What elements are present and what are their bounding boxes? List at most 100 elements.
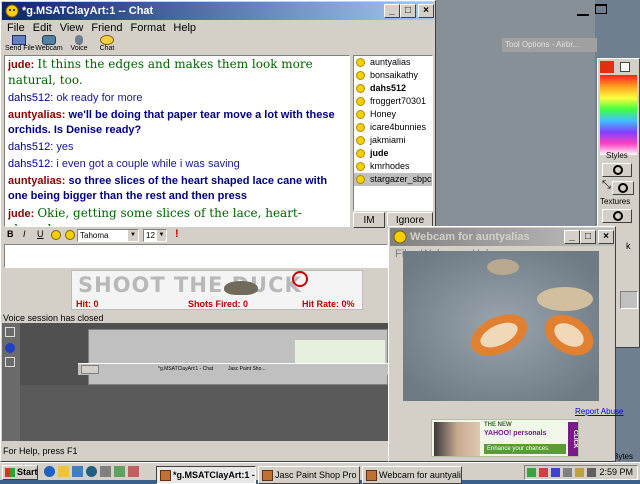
user-list-item[interactable]: froggert70301 <box>354 95 432 108</box>
font-size-select[interactable]: 12 ▼ <box>143 229 167 242</box>
ad-line1: THE NEW <box>484 422 512 428</box>
chat-titlebar[interactable]: *g.MSATClayArt:1 -- Chat _ □ × <box>2 2 434 20</box>
message-nick[interactable]: auntyalias: <box>8 175 65 187</box>
quicklaunch-app3-icon[interactable] <box>128 466 139 477</box>
menu-format[interactable]: Format <box>131 22 166 34</box>
task-label: *g.MSATClayArt:1 -- Chat <box>173 470 255 480</box>
psp-restore-icon[interactable] <box>595 4 607 14</box>
emoticon-icon[interactable] <box>65 230 75 240</box>
psp-minimize-icon[interactable] <box>577 6 589 16</box>
ad-cta: Enhance your chances. <box>484 444 566 454</box>
color-swatch-red[interactable] <box>600 61 614 73</box>
tray-icon[interactable] <box>587 468 596 477</box>
user-list-item[interactable]: jakmiami <box>354 134 432 147</box>
chat-message: jude: It thins the edges and makes them … <box>5 56 349 90</box>
chat-menubar: File Edit View Friend Format Help <box>3 20 200 36</box>
underline-button[interactable]: U <box>37 229 44 239</box>
taskbar-task[interactable]: Webcam for auntyalias <box>362 466 462 484</box>
message-nick[interactable]: jude: <box>8 59 34 71</box>
user-list-item[interactable]: Honey <box>354 108 432 121</box>
quicklaunch-desktop-icon[interactable] <box>72 466 83 477</box>
tray-icon[interactable] <box>575 468 584 477</box>
psp-scroll-field[interactable] <box>620 291 638 309</box>
swap-arrow-icon[interactable]: ⤡ <box>602 179 611 192</box>
quicklaunch-media-icon[interactable] <box>86 466 97 477</box>
user-list-item[interactable]: icare4bunnies <box>354 121 432 134</box>
menu-edit[interactable]: Edit <box>33 22 52 34</box>
tray-icon[interactable] <box>527 468 536 477</box>
send-file-label: Send File <box>5 45 35 52</box>
taskbar-task[interactable]: *g.MSATClayArt:1 -- Chat <box>156 466 256 484</box>
quicklaunch-ie-icon[interactable] <box>44 466 55 477</box>
mini-taskbar: *g.MSATClayArt:1 - Chat Jasc Paint Sho..… <box>78 363 388 375</box>
alert-icon[interactable]: ! <box>175 228 179 240</box>
quicklaunch-app2-icon[interactable] <box>114 466 125 477</box>
menu-view[interactable]: View <box>60 22 84 34</box>
texture-swatch[interactable] <box>602 209 632 223</box>
chat-messages[interactable]: jude: It thins the edges and makes them … <box>4 55 350 227</box>
taskbar-task[interactable]: Jasc Paint Shop Pro - Ima... <box>258 466 360 484</box>
webcam-titlebar[interactable]: Webcam for auntyalias _ □ × <box>390 228 614 246</box>
minimize-button[interactable]: _ <box>384 4 400 18</box>
menu-file[interactable]: File <box>7 22 25 34</box>
bold-button[interactable]: B <box>7 229 14 239</box>
ad-banner[interactable]: SHOOT THE DUCK Hit: 0 Shots Fired: 0 Hit… <box>71 270 363 310</box>
maximize-button[interactable]: □ <box>400 4 416 18</box>
menu-friend[interactable]: Friend <box>91 22 122 34</box>
user-list-item[interactable]: auntyalias <box>354 56 432 69</box>
italic-button[interactable]: I <box>23 229 26 239</box>
task-app-icon <box>160 470 171 481</box>
message-nick[interactable]: dahs512: <box>8 158 53 170</box>
ad-shots: Shots Fired: 0 <box>188 299 249 309</box>
message-nick[interactable]: jude: <box>8 208 34 220</box>
smiley-icon[interactable] <box>51 230 61 240</box>
maximize-button[interactable]: □ <box>580 230 596 244</box>
quicklaunch-app-icon[interactable] <box>100 466 111 477</box>
close-button[interactable]: × <box>418 4 434 18</box>
ad-rate: Hit Rate: 0% <box>302 299 355 309</box>
webcam-view[interactable] <box>403 251 599 401</box>
color-spectrum[interactable] <box>600 75 637 155</box>
message-nick[interactable]: dahs512: <box>8 92 53 104</box>
user-list-item[interactable]: dahs512 <box>354 82 432 95</box>
user-list-item[interactable]: stargazer_sbpcg <box>354 173 432 186</box>
webcam-button[interactable]: Webcam <box>35 35 63 53</box>
smiley-icon <box>356 84 365 93</box>
message-text: i even got a couple while i was saving <box>56 158 240 170</box>
font-select[interactable]: Tahoma ▼ <box>77 229 139 242</box>
send-file-button[interactable]: Send File <box>5 35 35 53</box>
chat-app-icon <box>5 4 19 18</box>
report-abuse-link[interactable]: Report Abuse <box>575 407 623 416</box>
voice-button[interactable]: Voice <box>67 35 91 53</box>
chat-button[interactable]: Chat <box>95 35 119 53</box>
webcam-title: Webcam for auntyalias <box>410 231 530 243</box>
color-picker-icon[interactable] <box>620 62 630 72</box>
fill-swatch[interactable] <box>612 181 634 195</box>
menu-help[interactable]: Help <box>173 22 196 34</box>
tray-icon[interactable] <box>551 468 560 477</box>
message-input[interactable] <box>4 244 388 268</box>
styles-swatch[interactable] <box>602 163 632 177</box>
tray-icon[interactable] <box>563 468 572 477</box>
user-list-item[interactable]: kmrhodes <box>354 160 432 173</box>
personals-ad[interactable]: THE NEW YAHOO! personals Enhance your ch… <box>431 419 579 457</box>
clock[interactable]: 2:59 PM <box>599 467 633 477</box>
message-nick[interactable]: auntyalias: <box>8 109 65 121</box>
chat-title: *g.MSATClayArt:1 -- Chat <box>22 5 154 17</box>
user-name: jude <box>370 148 389 158</box>
user-list-item[interactable]: jude <box>354 147 432 160</box>
psp-tool-options-bar[interactable]: Tool Options - Airbr... <box>502 38 597 52</box>
close-button[interactable]: × <box>598 230 614 244</box>
message-nick[interactable]: dahs512: <box>8 141 53 153</box>
user-list-item[interactable]: bonsaikathy <box>354 69 432 82</box>
tray-icon[interactable] <box>539 468 548 477</box>
quicklaunch-outlook-icon[interactable] <box>58 466 69 477</box>
circle-slash-icon <box>613 211 623 221</box>
minimize-button[interactable]: _ <box>564 230 580 244</box>
smiley-icon <box>356 175 365 184</box>
voice-status: Voice session has closed <box>3 313 104 323</box>
im-button[interactable]: IM <box>353 212 385 228</box>
start-button[interactable]: Start <box>2 465 38 480</box>
ad-banner-title: SHOOT THE DUCK <box>78 273 302 297</box>
user-list[interactable]: auntyalias bonsaikathy dahs512 froggert7030… <box>353 55 433 211</box>
